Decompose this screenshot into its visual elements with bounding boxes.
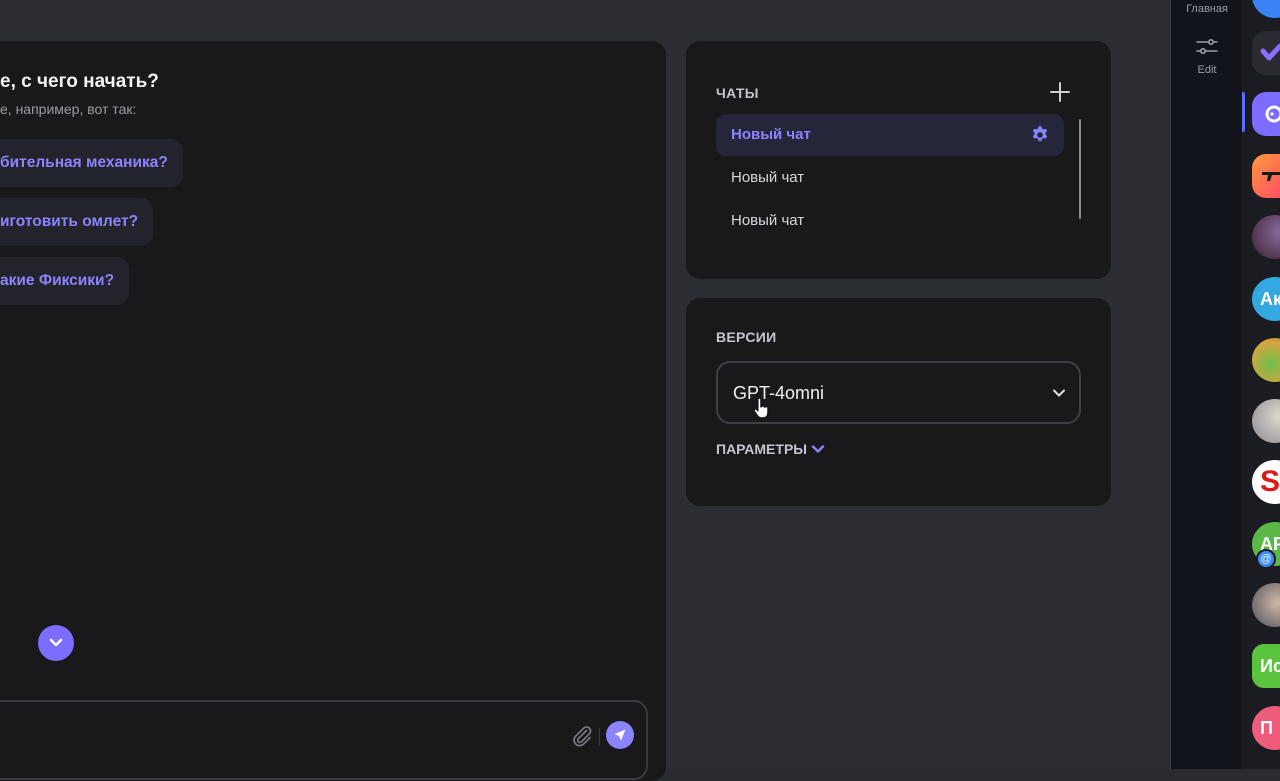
app-avatar-photo[interactable] xyxy=(1252,583,1280,627)
app-avatar-photo[interactable] xyxy=(1252,338,1280,382)
hand-cursor-icon xyxy=(753,397,769,419)
side-navigation: Главная Edit xyxy=(1170,0,1242,769)
chats-heading: ЧАТЫ xyxy=(716,85,759,101)
gun-icon xyxy=(1262,172,1280,181)
send-icon xyxy=(614,729,626,741)
composer-divider xyxy=(599,728,600,746)
chat-list-item-active[interactable]: Новый чат xyxy=(716,114,1064,156)
gear-icon[interactable] xyxy=(1030,125,1050,145)
chat-list-item[interactable]: Новый чат xyxy=(716,157,1064,199)
chevron-down-icon xyxy=(49,638,63,647)
app-avatar-io[interactable]: Ис xyxy=(1252,644,1280,688)
chat-item-label: Новый чат xyxy=(731,126,811,143)
suggestion-button[interactable]: бительная механика? xyxy=(0,139,183,187)
apps-strip: Ак S АР Ис П xyxy=(1242,0,1280,769)
parameters-toggle[interactable]: ПАРАМЕТРЫ xyxy=(716,441,825,457)
welcome-subtitle: е, например, вот так: xyxy=(0,101,137,117)
app-avatar-s[interactable]: S xyxy=(1252,460,1280,504)
mention-badge: @ xyxy=(1256,549,1276,569)
app-avatar-ak[interactable]: Ак xyxy=(1252,277,1280,321)
model-select[interactable]: GPT-4omni xyxy=(716,361,1081,424)
app-top-avatar[interactable] xyxy=(1252,0,1280,18)
app-check-icon[interactable] xyxy=(1252,31,1280,75)
app-avatar-p[interactable]: П xyxy=(1252,706,1280,750)
app-p-label: П xyxy=(1260,717,1273,738)
nav-home-label[interactable]: Главная xyxy=(1171,3,1243,15)
versions-heading: ВЕРСИИ xyxy=(716,329,777,345)
main-area: е, с чего начать? е, например, вот так: … xyxy=(0,0,1170,781)
app-chat-bot-icon[interactable] xyxy=(1252,92,1280,136)
suggestion-button[interactable]: иготовить омлет? xyxy=(0,198,154,246)
parameters-label: ПАРАМЕТРЫ xyxy=(716,441,807,457)
paperclip-icon[interactable] xyxy=(570,724,594,748)
chats-card: ЧАТЫ Новый чат Новый чат Новый чат xyxy=(686,41,1111,279)
nav-edit-label[interactable]: Edit xyxy=(1171,64,1243,76)
chat-panel: е, с чего начать? е, например, вот так: … xyxy=(0,41,666,781)
send-button[interactable] xyxy=(606,721,634,749)
chevron-down-icon xyxy=(811,445,825,453)
chats-scrollbar[interactable] xyxy=(1079,119,1081,219)
welcome-title: е, с чего начать? xyxy=(0,71,159,92)
scroll-down-button[interactable] xyxy=(38,625,74,661)
app-avatar-photo[interactable] xyxy=(1252,399,1280,443)
app-io-label: Ис xyxy=(1260,655,1280,676)
check-logo-icon xyxy=(1260,43,1280,61)
app-ak-label: Ак xyxy=(1260,288,1280,309)
suggestion-button[interactable]: акие Фиксики? xyxy=(0,257,130,305)
app-s-label: S xyxy=(1260,465,1280,498)
active-app-indicator xyxy=(1242,92,1245,132)
model-select-value: GPT-4omni xyxy=(733,383,825,403)
sliders-icon[interactable] xyxy=(1195,37,1219,57)
chat-list-item[interactable]: Новый чат xyxy=(716,200,1064,242)
bot-icon xyxy=(1265,105,1280,123)
message-composer[interactable] xyxy=(0,700,648,780)
app-game-icon[interactable] xyxy=(1252,154,1280,198)
versions-card: ВЕРСИИ GPT-4omni ПАРАМЕТРЫ xyxy=(686,298,1111,506)
chevron-down-icon xyxy=(1053,389,1065,397)
app-avatar-photo[interactable] xyxy=(1252,215,1280,259)
plus-icon[interactable] xyxy=(1049,81,1071,103)
